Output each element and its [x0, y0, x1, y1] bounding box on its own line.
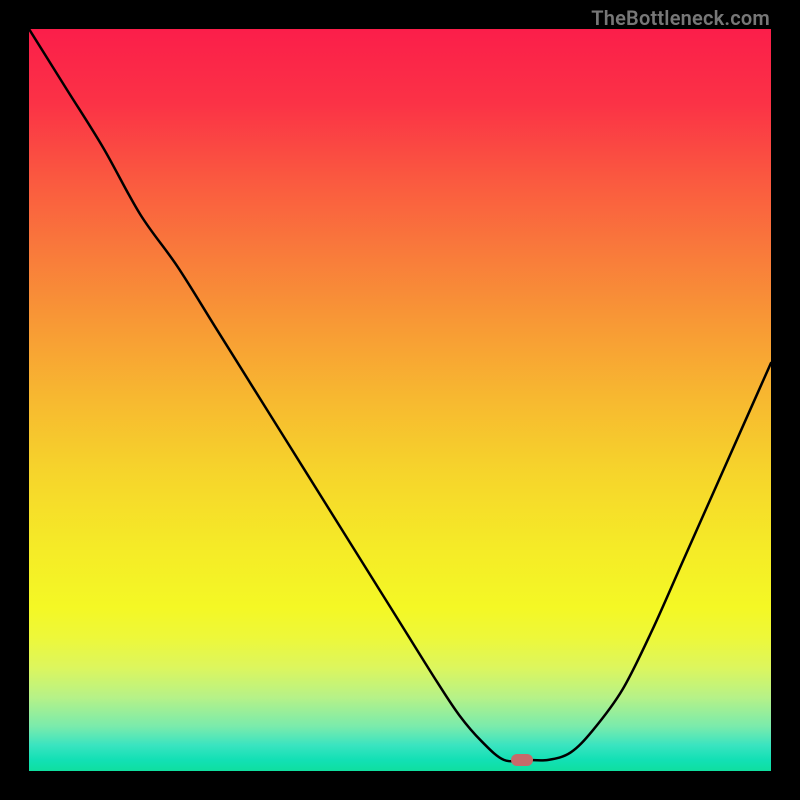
- optimum-marker: [511, 754, 533, 766]
- watermark-label: TheBottleneck.com: [591, 6, 770, 30]
- bottleneck-curve: [29, 29, 771, 771]
- chart-stage: TheBottleneck.com: [0, 0, 800, 800]
- plot-area: [29, 29, 771, 771]
